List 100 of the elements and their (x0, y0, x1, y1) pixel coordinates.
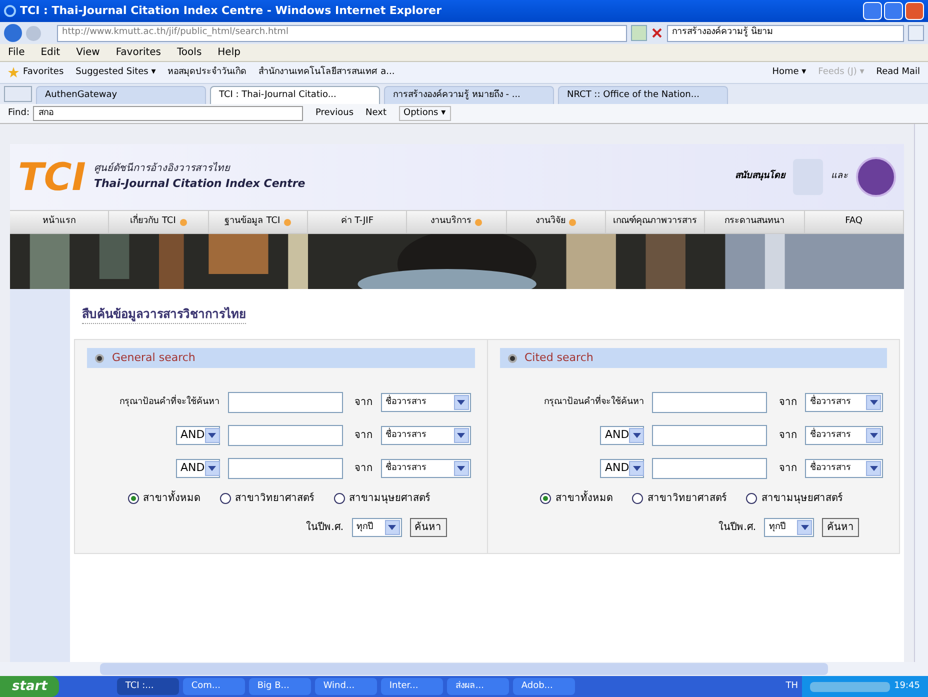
nav-item[interactable]: ค่า T-JIF (308, 211, 408, 233)
radio-label: สาขาวิทยาศาสตร์ (234, 491, 314, 506)
search-input[interactable] (652, 458, 767, 479)
menu-item[interactable]: File (8, 45, 25, 60)
command-button[interactable]: Home ▾ (772, 66, 806, 80)
clock: 19:45 (894, 680, 920, 693)
nav-item[interactable]: FAQ (804, 211, 904, 233)
radio-button[interactable] (632, 493, 644, 504)
bullet-icon (508, 354, 516, 362)
from-label: จาก (354, 396, 372, 410)
radio-label: สาขามนุษยศาสตร์ (761, 491, 842, 506)
language-indicator[interactable]: TH (786, 680, 798, 694)
command-button[interactable]: Read Mail (876, 66, 920, 80)
taskbar-button[interactable]: Big B... (249, 678, 312, 695)
radio-button[interactable] (220, 493, 231, 504)
favorites-link[interactable]: สำนักงานเทคโนโลยีสารสนเทศ a... (258, 66, 395, 80)
radio-button[interactable] (540, 493, 552, 504)
from-label: จาก (779, 462, 797, 476)
search-input[interactable] (228, 392, 342, 413)
panel-title: Cited search (524, 350, 594, 366)
and-label: และ (831, 170, 848, 184)
minimize-button[interactable] (863, 2, 882, 20)
dropdown[interactable]: ชื่อวารสาร (805, 393, 883, 412)
options-button[interactable]: Options ▾ (398, 106, 451, 122)
radio-button[interactable] (334, 493, 345, 504)
find-button[interactable]: Next (366, 106, 386, 120)
dropdown[interactable]: ชื่อวารสาร (380, 426, 470, 445)
taskbar-button[interactable]: TCI :... (117, 678, 180, 695)
window-title: TCI : Thai-Journal Citation Index Centre - Windows Internet Explorer (20, 2, 442, 19)
search-input[interactable] (652, 425, 767, 446)
taskbar-button[interactable]: Wind... (315, 678, 378, 695)
dropdown[interactable]: ชื่อวารสาร (380, 459, 470, 478)
radio-button[interactable] (746, 493, 758, 504)
menu-item[interactable]: Tools (177, 45, 202, 60)
nav-item[interactable]: เกณฑ์คุณภาพวารสาร (606, 211, 706, 233)
radio-label: สาขาทั้งหมด (555, 491, 612, 506)
radio-label: สาขามนุษยศาสตร์ (348, 491, 430, 506)
browser-tab[interactable]: TCI : Thai-Journal Citatio... (210, 86, 380, 104)
dropdown[interactable]: ทุกปี (352, 518, 402, 537)
from-label: จาก (354, 429, 372, 443)
address-field[interactable]: http://www.kmutt.ac.th/jif/public_html/search.html (57, 24, 627, 42)
search-input[interactable] (228, 458, 342, 479)
operator-dropdown[interactable]: AND (176, 426, 220, 445)
dropdown[interactable]: ทุกปี (764, 518, 814, 537)
search-input[interactable] (228, 425, 342, 446)
nav-item[interactable]: เกี่ยวกับ TCI (109, 211, 209, 233)
close-button[interactable] (905, 2, 924, 20)
horizontal-scrollbar[interactable] (0, 662, 928, 676)
page-title: สืบค้นข้อมูลวารสารวิชาการไทย (82, 304, 246, 324)
radio-label: สาขาทั้งหมด (142, 491, 200, 506)
nav-item[interactable]: งานวิจัย (506, 211, 606, 233)
browser-tab[interactable]: NRCT :: Office of the Nation... (558, 86, 728, 104)
radio-button[interactable] (128, 493, 139, 504)
field-label: กรุณาป้อนคำที่จะใช้ค้นหา (120, 396, 220, 409)
nav-item[interactable]: ฐานข้อมูล TCI (208, 211, 308, 233)
menu-item[interactable]: View (76, 45, 100, 60)
menu-item[interactable]: Help (218, 45, 240, 60)
bullet-icon (95, 354, 104, 362)
supported-by-label: สนับสนุนโดย (735, 170, 785, 184)
panel-title: General search (112, 350, 196, 366)
taskbar-button[interactable]: Inter... (381, 678, 444, 695)
taskbar-button[interactable]: Adob... (513, 678, 576, 695)
favorites-button[interactable]: Favorites (23, 66, 64, 80)
search-button[interactable]: ค้นหา (410, 518, 446, 537)
browser-tab[interactable]: AuthenGateway (36, 86, 206, 104)
dropdown[interactable]: ชื่อวารสาร (380, 393, 470, 412)
year-label: ในปีพ.ศ. (718, 520, 756, 535)
dropdown[interactable]: ชื่อวารสาร (805, 459, 883, 478)
search-input[interactable] (652, 392, 767, 413)
dropdown[interactable]: ชื่อวารสาร (805, 426, 883, 445)
operator-dropdown[interactable]: AND (600, 426, 644, 445)
search-field[interactable]: การสร้างองค์ความรู้ นิยาม (667, 24, 904, 42)
seal-emblem-icon (856, 157, 896, 197)
operator-dropdown[interactable]: AND (176, 459, 220, 478)
favorites-link[interactable]: หอสมุดประจำวันเกิด (168, 66, 247, 80)
field-label: กรุณาป้อนคำที่จะใช้ค้นหา (544, 396, 644, 409)
nav-item[interactable]: กระดานสนทนา (705, 211, 805, 233)
browser-icon (4, 5, 16, 17)
start-button[interactable]: start (0, 676, 60, 697)
menu-item[interactable]: Edit (40, 45, 60, 60)
find-field[interactable]: สกอ (33, 106, 304, 121)
site-name-thai: ศูนย์ดัชนีการอ้างอิงวารสารไทย (94, 161, 232, 176)
browser-tab[interactable]: การสร้างองค์ความรู้ หมายถึง - ... (384, 86, 554, 104)
taskbar-button[interactable]: Com... (183, 678, 246, 695)
logo: TCI (18, 158, 86, 196)
favorites-link[interactable]: Suggested Sites ▾ (76, 66, 156, 80)
back-button[interactable] (4, 24, 22, 42)
nav-item[interactable]: หน้าแรก (10, 211, 110, 233)
search-button[interactable]: ค้นหา (822, 518, 859, 537)
from-label: จาก (354, 462, 372, 476)
find-label: Find: (8, 106, 30, 120)
find-button[interactable]: Previous (315, 106, 354, 120)
year-label: ในปีพ.ศ. (306, 520, 344, 535)
maximize-button[interactable] (884, 2, 903, 20)
vertical-scrollbar[interactable] (914, 124, 928, 662)
nav-item[interactable]: งานบริการ (407, 211, 507, 233)
operator-dropdown[interactable]: AND (600, 459, 644, 478)
taskbar-button[interactable]: ส่งผล... (447, 678, 510, 695)
menu-item[interactable]: Favorites (116, 45, 162, 60)
stop-icon[interactable] (651, 27, 663, 39)
